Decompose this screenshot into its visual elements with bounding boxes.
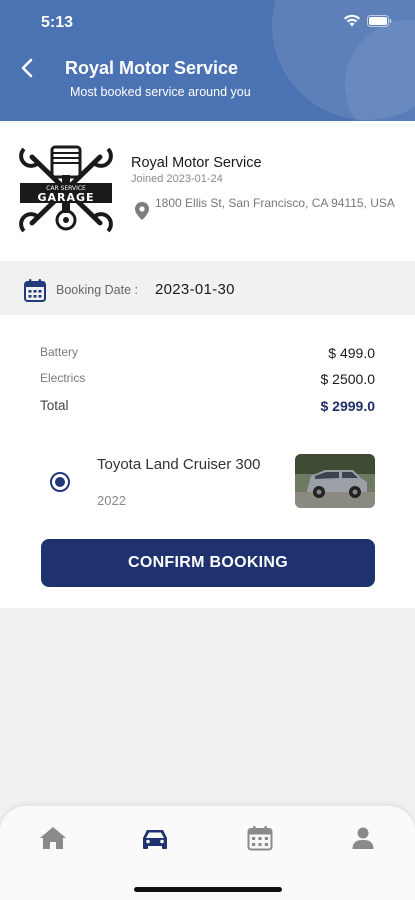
service-line: Battery $ 499.0 bbox=[40, 345, 375, 361]
garage-name: Royal Motor Service bbox=[131, 155, 262, 171]
vehicle-photo bbox=[295, 454, 375, 508]
confirm-booking-button[interactable]: CONFIRM BOOKING bbox=[41, 539, 375, 587]
header: 5:13 Royal Motor Service Most booked ser… bbox=[0, 0, 415, 121]
booking-date-value: 2023-01-30 bbox=[155, 281, 235, 298]
total-label: Total bbox=[40, 398, 69, 413]
service-price: $ 2500.0 bbox=[320, 371, 376, 387]
logo-text-main: GARAGE bbox=[37, 191, 94, 204]
home-icon bbox=[40, 827, 66, 849]
booking-details: Battery $ 499.0 Electrics $ 2500.0 Total… bbox=[0, 315, 415, 608]
vehicle-name[interactable]: Toyota Land Cruiser 300 bbox=[97, 455, 277, 474]
vehicle-year: 2022 bbox=[97, 493, 126, 508]
total-line: Total $ 2999.0 bbox=[40, 398, 375, 414]
garage-address: 1800 Ellis St, San Francisco, CA 94115, … bbox=[155, 196, 395, 210]
garage-joined-date: Joined 2023-01-24 bbox=[131, 173, 223, 185]
status-icons bbox=[343, 14, 392, 27]
tab-home[interactable] bbox=[38, 824, 68, 852]
total-price: $ 2999.0 bbox=[320, 398, 376, 414]
vehicle-radio[interactable] bbox=[50, 472, 70, 492]
garage-card: CAR SERVICE GARAGE Royal Motor Service J… bbox=[0, 121, 415, 261]
bottom-tab-bar bbox=[0, 806, 415, 900]
calendar-icon bbox=[247, 826, 273, 851]
battery-icon bbox=[367, 14, 392, 27]
tab-vehicles[interactable] bbox=[140, 824, 170, 852]
profile-icon bbox=[352, 827, 374, 849]
wifi-icon bbox=[344, 14, 360, 27]
car-icon bbox=[143, 830, 167, 849]
garage-logo: CAR SERVICE GARAGE bbox=[19, 145, 113, 233]
back-arrow-icon[interactable] bbox=[16, 56, 40, 80]
page-subtitle: Most booked service around you bbox=[70, 85, 251, 99]
service-price: $ 499.0 bbox=[328, 345, 375, 361]
service-line: Electrics $ 2500.0 bbox=[40, 371, 375, 387]
calendar-icon bbox=[24, 279, 46, 302]
tab-bookings[interactable] bbox=[245, 824, 275, 852]
booking-date-label: Booking Date : bbox=[56, 283, 138, 297]
service-label: Battery bbox=[40, 345, 79, 359]
page-title: Royal Motor Service bbox=[65, 58, 239, 78]
location-pin-icon bbox=[135, 202, 149, 220]
service-label: Electrics bbox=[40, 371, 86, 385]
tab-profile[interactable] bbox=[348, 824, 378, 852]
home-indicator bbox=[134, 887, 282, 892]
status-time: 5:13 bbox=[41, 14, 74, 31]
booking-date-row: Booking Date : 2023-01-30 bbox=[0, 262, 415, 314]
